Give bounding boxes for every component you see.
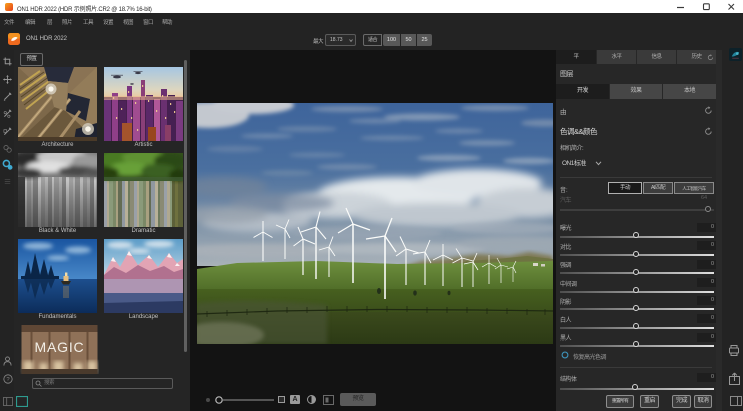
svg-text:MAGIC: MAGIC bbox=[35, 339, 85, 355]
svg-text:?: ? bbox=[6, 377, 10, 383]
